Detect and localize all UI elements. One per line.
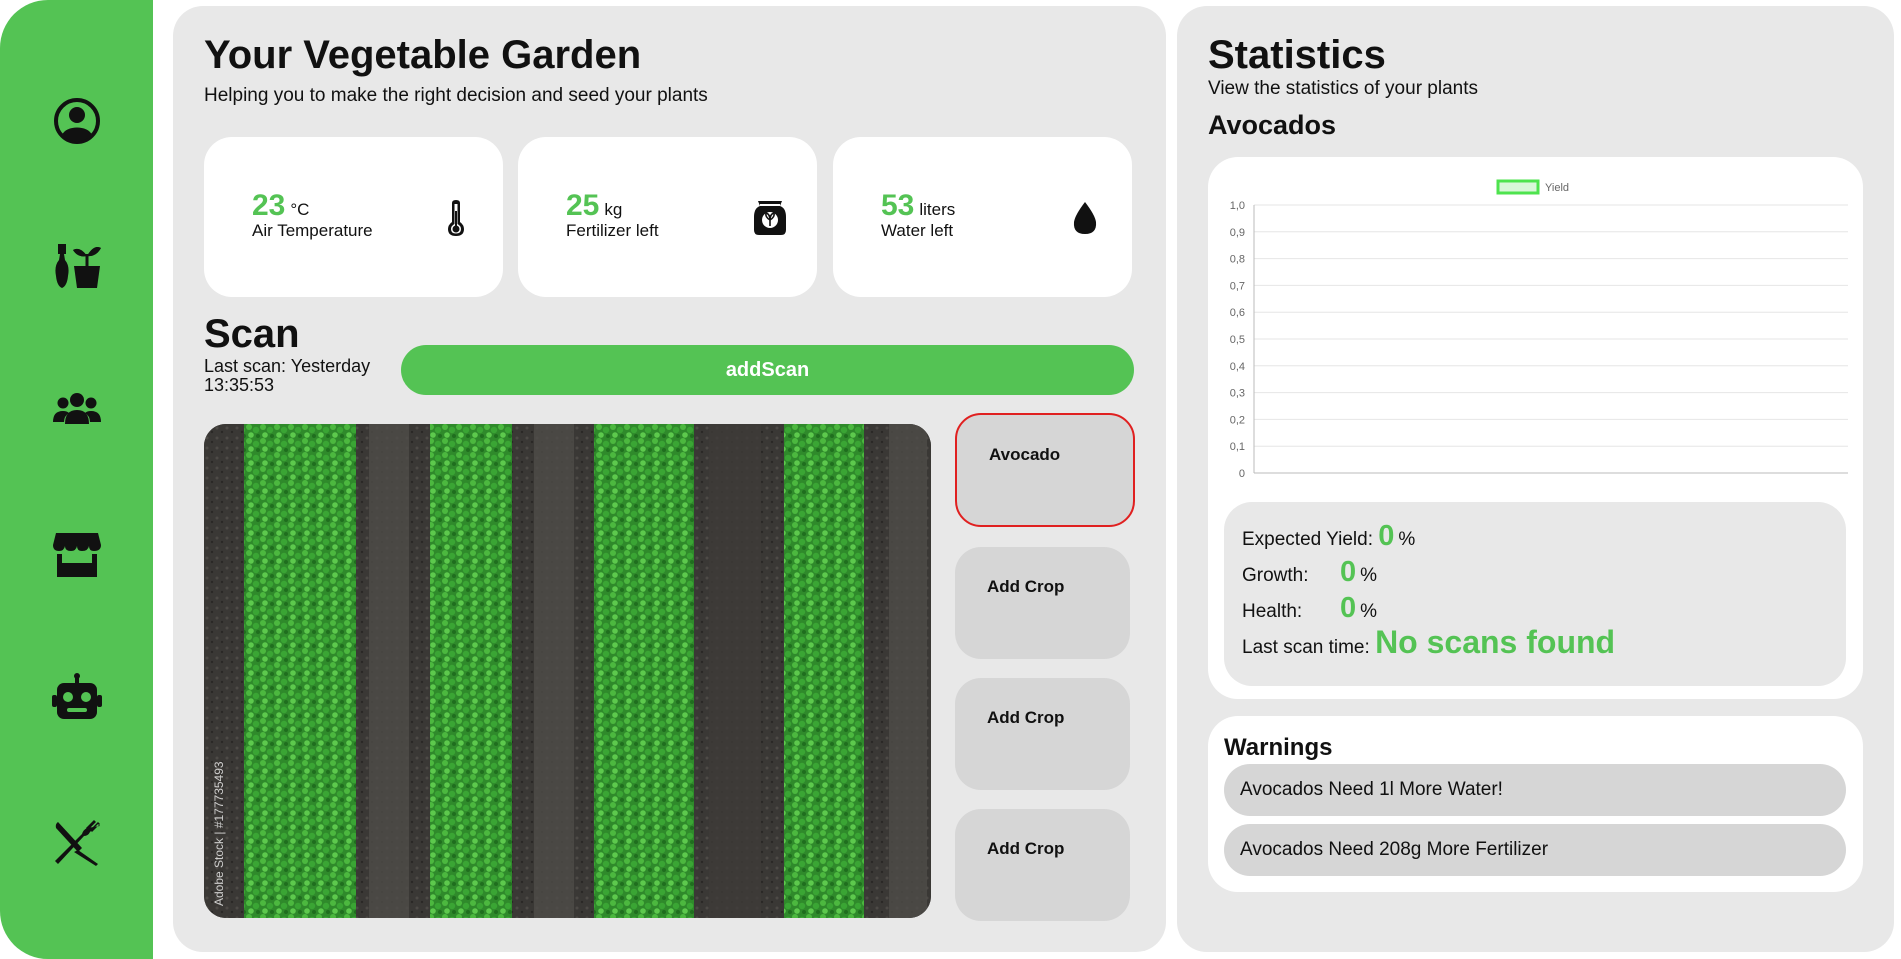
chart-card: 1,0 0,9 0,8 0,7 0,6 0,5 0,4 0,3 0,2 0,1 0 Yield Exp… [1208,157,1863,699]
crop-avocado-button[interactable]: Avocado [955,413,1135,527]
nav-community[interactable] [46,378,108,440]
metric-label: Air Temperature [252,221,373,240]
statistics-title: Statistics [1208,33,1386,77]
y-tick-label: 0,5 [1230,334,1245,346]
metric-label: Fertilizer left [566,221,659,240]
metric-value: 53 liters [881,189,956,222]
page-subtitle: Helping you to make the right decision a… [204,85,708,106]
warnings-title: Warnings [1224,734,1333,761]
y-tick-label: 0,1 [1230,441,1245,453]
y-tick-label: 0,2 [1230,414,1245,426]
nav-robot[interactable] [46,667,108,729]
metric-value: 25 kg [566,189,623,222]
image-watermark: Adobe Stock | #177735493 [212,761,226,906]
y-tick-label: 0 [1239,468,1245,480]
last-scan-text: Last scan: Yesterday 13:35:53 [204,356,371,395]
nav-profile[interactable] [46,90,108,152]
page-title: Your Vegetable Garden [204,33,642,77]
add-crop-button[interactable]: Add Crop [955,678,1130,790]
gardening-tools-icon [55,244,101,288]
y-tick-label: 1,0 [1230,200,1245,212]
y-tick-label: 0,7 [1230,280,1245,292]
add-scan-button[interactable]: addScan [401,345,1134,395]
store-icon [53,533,101,577]
plant-name: Avocados [1208,110,1337,140]
user-circle-icon [54,98,100,144]
metric-card-fertilizer: 25 kg Fertilizer left [518,137,817,297]
robot-icon [52,673,102,719]
legend-label: Yield [1545,182,1569,194]
y-tick-label: 0,4 [1230,361,1245,373]
y-tick-label: 0,8 [1230,254,1245,266]
sidebar [0,0,153,959]
legend-swatch [1496,179,1540,195]
statistics-subtitle: View the statistics of your plants [1208,78,1478,99]
plant-stats: Expected Yield: 0% Growth: 0% Health: 0% L… [1224,502,1846,686]
metric-value: 23 °C [252,189,310,222]
field-scan-image: Adobe Stock | #177735493 [204,424,931,918]
nav-plants[interactable] [46,234,108,296]
fertilizer-bag-icon [751,199,789,237]
users-icon [53,393,101,424]
fork-knife-icon [55,820,100,866]
nav-recipes[interactable] [46,812,108,874]
last-scan-time-row: Last scan time: No scans found [1242,624,1616,660]
metric-label: Water left [881,221,954,240]
statistics-panel: Statistics View the statistics of your p… [1177,6,1894,952]
thermometer-icon [437,199,475,237]
add-crop-button[interactable]: Add Crop [955,809,1130,921]
nav-store[interactable] [46,523,108,585]
metric-card-temperature: 23 °C Air Temperature [204,137,503,297]
warning-item: Avocados Need 208g More Fertilizer [1224,824,1846,876]
scan-title: Scan [204,312,300,356]
warnings-card: Warnings Avocados Need 1l More Water! Av… [1208,716,1863,892]
add-crop-button[interactable]: Add Crop [955,547,1130,659]
metric-card-water: 53 liters Water left [833,137,1132,297]
health-row: Health: 0% [1242,592,1378,624]
garden-panel: Your Vegetable Garden Helping you to mak… [173,6,1166,952]
warning-item: Avocados Need 1l More Water! [1224,764,1846,816]
y-tick-label: 0,9 [1230,227,1245,239]
y-tick-label: 0,3 [1230,388,1245,400]
expected-yield-row: Expected Yield: 0% [1242,520,1416,552]
water-drop-icon [1066,199,1104,237]
y-tick-label: 0,6 [1230,307,1245,319]
yield-chart: 1,0 0,9 0,8 0,7 0,6 0,5 0,4 0,3 0,2 0,1 0 Yield [1230,179,1848,480]
growth-row: Growth: 0% [1242,556,1378,588]
